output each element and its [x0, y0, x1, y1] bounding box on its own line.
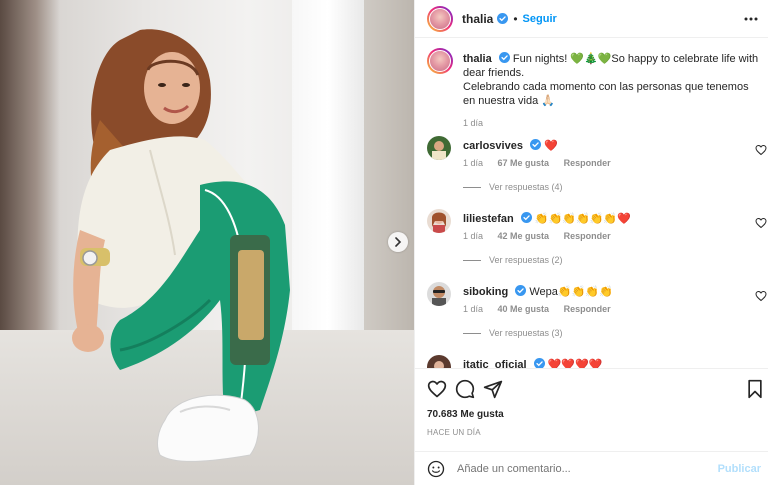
verified-badge-icon: [520, 212, 532, 223]
comment-likes[interactable]: 40 Me gusta: [498, 304, 550, 314]
reply-button[interactable]: Responder: [564, 231, 611, 241]
bookmark-icon[interactable]: [745, 379, 765, 399]
next-photo-button[interactable]: [388, 232, 408, 252]
author-avatar[interactable]: [427, 5, 453, 32]
heart-icon[interactable]: [427, 379, 447, 399]
commenter-avatar[interactable]: [427, 355, 451, 368]
replies-dash: [463, 332, 481, 334]
comment-likes[interactable]: 67 Me gusta: [498, 158, 550, 168]
replies-dash: [463, 259, 481, 261]
replies-dash: [463, 186, 481, 188]
reply-button[interactable]: Responder: [564, 304, 611, 314]
photo-subject: [72, 29, 290, 462]
caption-username[interactable]: thalia: [463, 53, 492, 65]
comment-meta: 1 día 40 Me gusta Responder: [463, 304, 623, 314]
smiley-icon[interactable]: [427, 460, 445, 478]
publish-button[interactable]: Publicar: [718, 463, 761, 475]
comment-username[interactable]: siboking: [463, 286, 508, 298]
view-replies-label: Ver respuestas (2): [489, 255, 563, 265]
verified-badge-icon: [533, 358, 545, 368]
author-avatar-image: [429, 7, 451, 30]
commenter-avatar[interactable]: [427, 209, 451, 233]
commenter-avatar-image: [427, 136, 451, 160]
comment-meta: 1 día 42 Me gusta Responder: [463, 231, 623, 241]
caption-text: thalia Fun nights! 💚🎄💚So happy to celebr…: [463, 52, 763, 108]
view-replies-label: Ver respuestas (4): [489, 182, 563, 192]
comments-list[interactable]: thalia Fun nights! 💚🎄💚So happy to celebr…: [415, 38, 768, 368]
comment-icon[interactable]: [455, 379, 475, 399]
comment-time: 1 día: [463, 231, 484, 241]
comment-likes[interactable]: 42 Me gusta: [498, 231, 550, 241]
chevron-right-icon: [395, 237, 402, 247]
caption-avatar[interactable]: [427, 48, 453, 74]
view-replies-button[interactable]: Ver respuestas (2): [463, 255, 563, 265]
commenter-avatar-image: [427, 355, 451, 368]
comment-text: 👏👏👏👏👏👏❤️: [534, 213, 631, 225]
comment-time: 1 día: [463, 158, 484, 168]
verified-badge-icon: [498, 52, 510, 63]
post-media[interactable]: [0, 0, 414, 485]
header-separator: •: [513, 11, 518, 26]
more-options-button[interactable]: [743, 11, 759, 27]
paper-plane-icon[interactable]: [483, 379, 503, 399]
comment-username[interactable]: carlosvives: [463, 140, 523, 152]
view-replies-button[interactable]: Ver respuestas (4): [463, 182, 563, 192]
view-replies-label: Ver respuestas (3): [489, 328, 563, 338]
caption-timestamp: 1 día: [463, 118, 484, 128]
reply-button[interactable]: Responder: [564, 158, 611, 168]
comment-text: ❤️❤️❤️❤️: [547, 359, 603, 368]
view-replies-button[interactable]: Ver respuestas (3): [463, 328, 563, 338]
like-comment-heart-icon[interactable]: [755, 290, 767, 302]
comment-body: carlosvives ❤️: [463, 139, 558, 152]
comment-username[interactable]: itatic_oficial: [463, 359, 527, 368]
comment-time: 1 día: [463, 304, 484, 314]
commenter-avatar[interactable]: [427, 136, 451, 160]
comment-meta: 1 día 67 Me gusta Responder: [463, 158, 623, 168]
verified-badge-icon: [530, 139, 541, 150]
post-header: thalia • Seguir: [415, 0, 768, 38]
comment-body: liliestefan 👏👏👏👏👏👏❤️: [463, 212, 631, 225]
comment-body: itatic_oficial ❤️❤️❤️❤️: [463, 358, 603, 368]
comment-username[interactable]: liliestefan: [463, 213, 514, 225]
commenter-avatar-image: [427, 282, 451, 306]
author-username[interactable]: thalia: [462, 12, 493, 26]
commenter-avatar-image: [427, 209, 451, 233]
post-timestamp: HACE UN DÍA: [427, 428, 481, 437]
comment-text: Wepa👏👏👏👏: [529, 286, 613, 298]
follow-button[interactable]: Seguir: [523, 13, 557, 25]
likes-count[interactable]: 70.683 Me gusta: [427, 409, 504, 420]
verified-badge-icon: [497, 13, 509, 24]
comment-text: ❤️: [544, 140, 558, 152]
comment-body: siboking Wepa👏👏👏👏: [463, 285, 613, 298]
comment-composer: Publicar: [415, 451, 768, 485]
caption-avatar-image: [429, 50, 451, 72]
verified-badge-icon: [515, 285, 527, 296]
like-comment-heart-icon[interactable]: [755, 144, 767, 156]
caption-line-2: Celebrando cada momento con las personas…: [463, 81, 749, 107]
post-panel: thalia • Seguir thalia Fun nights! 💚🎄💚So…: [414, 0, 768, 485]
action-bar: [415, 368, 768, 408]
more-options-icon: [744, 17, 758, 21]
like-comment-heart-icon[interactable]: [755, 217, 767, 229]
commenter-avatar[interactable]: [427, 282, 451, 306]
comment-input[interactable]: [457, 462, 717, 475]
